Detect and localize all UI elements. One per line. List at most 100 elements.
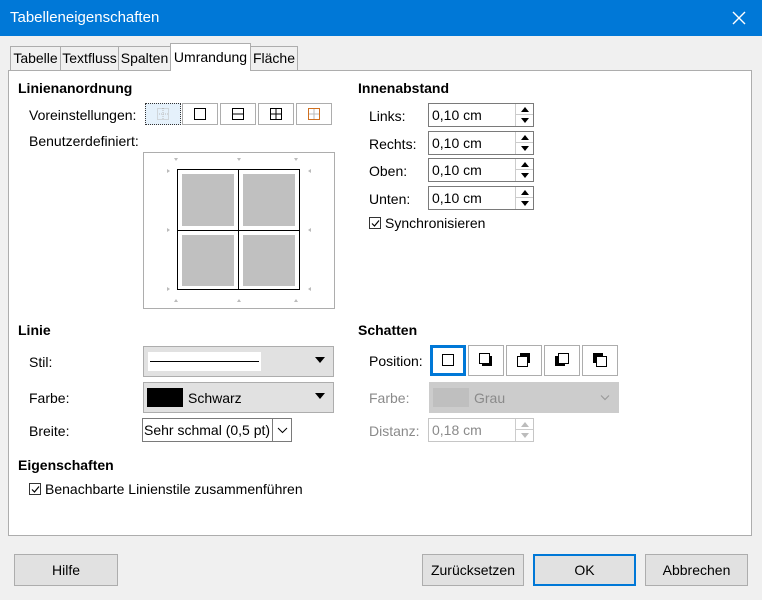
shadow-title: Schatten [358,322,418,338]
padding-left-stepper [515,104,533,126]
padding-bottom-decrease-button[interactable] [516,198,533,209]
padding-left-decrease-button[interactable] [516,115,533,126]
tab-spalten[interactable]: Spalten [118,46,171,70]
chevron-down-icon [600,395,610,401]
padding-title: Innenabstand [358,80,450,96]
border-preview-canvas[interactable] [143,152,335,309]
chevron-down-icon [315,357,325,363]
padding-left-spinbox[interactable]: 0,10 cm [428,103,534,127]
cancel-button[interactable]: Abbrechen [645,554,748,586]
chevron-down-icon [315,393,325,399]
ok-button-label: OK [574,562,595,578]
border-preview-diagram [167,158,311,302]
outer-border-icon [194,108,206,120]
line-color-dropdown[interactable]: Schwarz [143,382,334,413]
padding-top-increase-button[interactable] [516,159,533,170]
line-width-dropdown-button[interactable] [272,419,291,441]
padding-left-value: 0,10 cm [432,107,482,123]
no-shadow-icon [442,354,454,366]
line-style-preview [150,361,259,362]
shadow-distance-stepper [515,419,533,441]
padding-bottom-stepper [515,187,533,209]
help-button[interactable]: Hilfe [14,554,118,586]
line-width-select[interactable]: Sehr schmal (0,5 pt) [142,418,292,442]
line-arrangement-title: Linienanordnung [18,80,133,96]
shadow-distance-value: 0,18 cm [432,422,482,438]
synchronize-checkbox[interactable] [369,217,381,229]
checkmark-icon [31,486,40,493]
padding-right-decrease-button[interactable] [516,143,533,154]
shadow-color-label: Farbe: [369,390,410,406]
help-button-label: Hilfe [51,562,80,578]
shadow-top-right-button[interactable] [506,345,542,376]
merge-line-styles-label: Benachbarte Linienstile zusammenführen [45,481,303,497]
padding-bottom-spinbox[interactable]: 0,10 cm [428,186,534,210]
tab-tabelle[interactable]: Tabelle [10,46,61,70]
shadow-top-left-button[interactable] [582,345,618,376]
padding-bottom-increase-button[interactable] [516,187,533,198]
close-icon [732,11,746,25]
line-style-label: Stil: [29,354,53,370]
cancel-button-label: Abbrechen [662,562,731,578]
shadow-bottom-right-icon [479,353,492,366]
reset-button[interactable]: Zurücksetzen [422,554,524,586]
shadow-bottom-right-button[interactable] [468,345,504,376]
properties-title: Eigenschaften [18,457,114,473]
shadow-distance-spinbox[interactable]: 0,18 cm [428,418,534,442]
color-swatch-gray [433,388,469,407]
shadow-distance-decrease-button[interactable] [516,430,533,441]
line-width-value: Sehr schmal (0,5 pt) [144,422,271,438]
line-style-preview-box [148,352,261,371]
line-color-value: Schwarz [188,390,242,406]
preset-outer-only-inner-none[interactable] [296,103,332,125]
padding-top-spinbox[interactable]: 0,10 cm [428,158,534,182]
all-borders-icon [270,108,282,120]
padding-left-label: Links: [369,108,406,124]
user-defined-label: Benutzerdefiniert: [29,133,139,149]
padding-bottom-label: Unten: [369,191,411,207]
no-borders-icon [157,108,169,120]
line-title: Linie [18,322,51,338]
padding-right-stepper [515,132,533,154]
shadow-color-value: Grau [474,390,506,406]
shadow-top-left-icon [593,353,607,367]
shadow-none-button[interactable] [430,345,466,376]
merge-line-styles-checkbox[interactable] [29,483,41,495]
padding-top-stepper [515,159,533,181]
line-style-dropdown[interactable] [143,346,334,377]
padding-right-value: 0,10 cm [432,135,482,151]
shadow-distance-increase-button[interactable] [516,419,533,430]
tab-textfluss[interactable]: Textfluss [60,46,119,70]
preset-outer-border[interactable] [182,103,218,125]
padding-right-increase-button[interactable] [516,132,533,143]
padding-top-decrease-button[interactable] [516,170,533,181]
color-swatch-black [147,388,183,407]
padding-top-label: Oben: [369,163,408,179]
padding-left-increase-button[interactable] [516,104,533,115]
shadow-position-label: Position: [369,353,423,369]
ok-button[interactable]: OK [533,554,636,586]
shadow-distance-label: Distanz: [369,423,420,439]
padding-right-label: Rechts: [369,136,417,152]
preset-no-borders[interactable] [145,103,181,125]
chevron-down-icon [277,427,288,434]
tab-flaeche[interactable]: Fläche [250,46,298,70]
preset-outer-horizontal[interactable] [220,103,256,125]
title-bar: Tabelleneigenschaften [0,0,762,36]
shadow-bottom-left-button[interactable] [544,345,580,376]
presets-label: Voreinstellungen: [29,107,137,123]
padding-right-spinbox[interactable]: 0,10 cm [428,131,534,155]
shadow-top-right-icon [517,353,530,367]
tab-umrandung[interactable]: Umrandung [170,43,251,71]
reset-button-label: Zurücksetzen [430,562,516,578]
line-width-label: Breite: [29,423,70,439]
checkmark-icon [371,220,380,227]
line-color-label: Farbe: [29,390,70,406]
padding-bottom-value: 0,10 cm [432,190,482,206]
synchronize-label: Synchronisieren [385,215,486,231]
shadow-color-dropdown[interactable]: Grau [429,382,619,413]
close-button[interactable] [716,0,762,36]
preset-all-borders[interactable] [258,103,294,125]
padding-top-value: 0,10 cm [432,162,482,178]
outer-horizontal-border-icon [232,108,244,120]
